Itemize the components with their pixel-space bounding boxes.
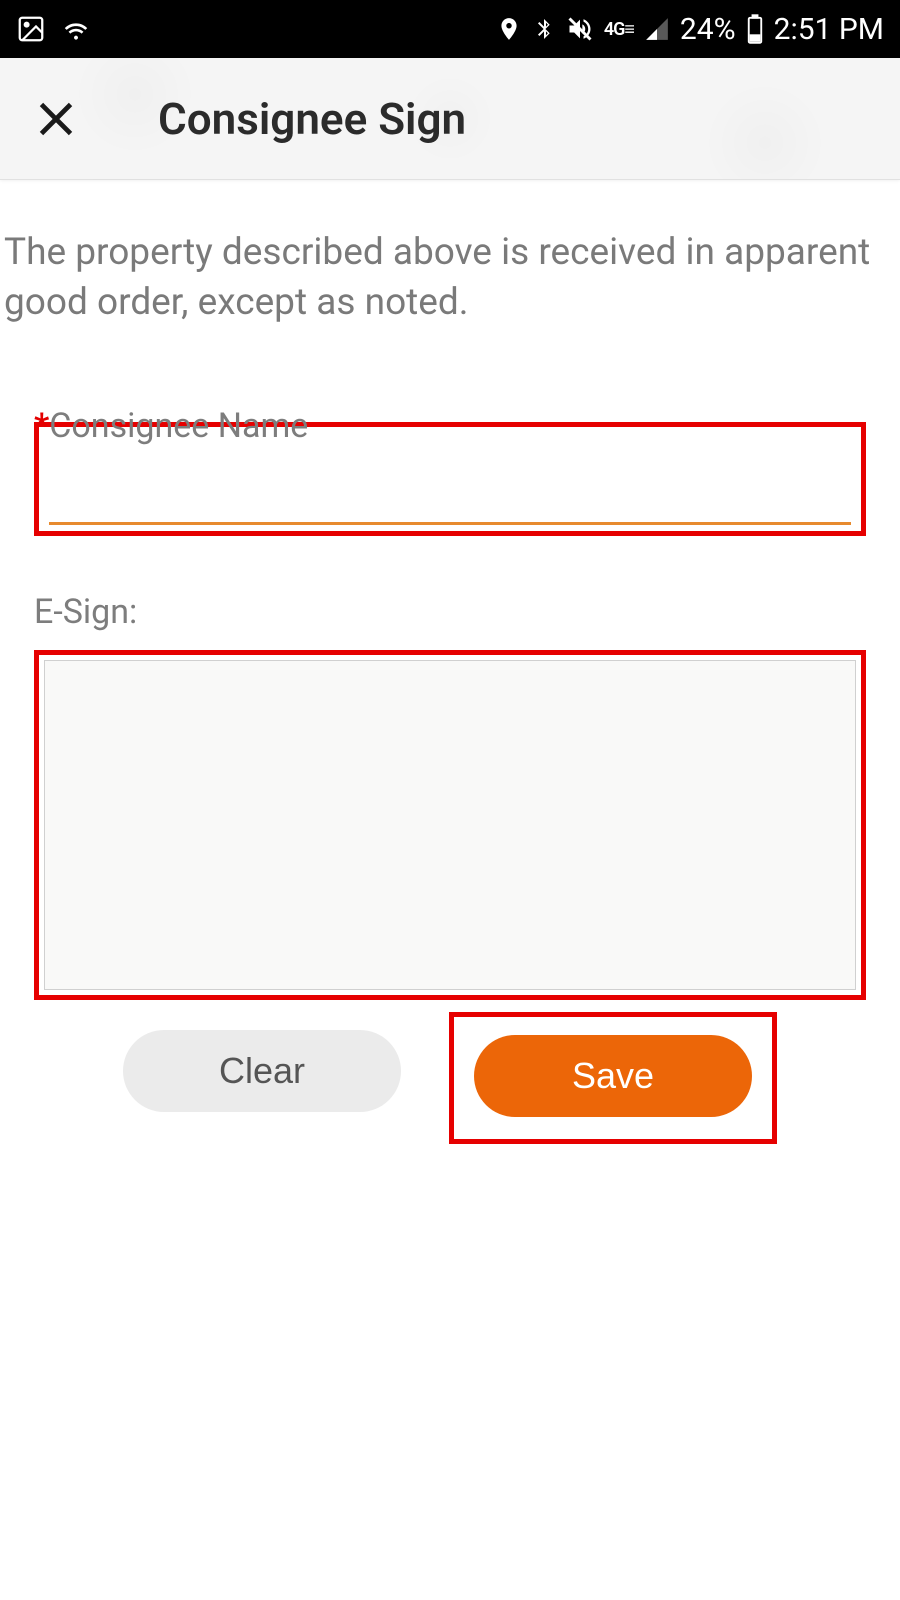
consignee-name-label: *Consignee Name — [34, 406, 866, 446]
esign-highlight — [34, 650, 866, 1000]
vibrate-icon — [566, 15, 594, 43]
status-left-group — [16, 13, 92, 45]
button-row: Clear Save — [34, 1012, 866, 1144]
android-status-bar: 4G≡ 24% 2:51 PM — [0, 0, 900, 58]
network-4g-icon: 4G≡ — [604, 19, 634, 40]
close-button[interactable] — [32, 95, 80, 143]
save-button[interactable]: Save — [474, 1035, 752, 1117]
wifi-icon — [60, 13, 92, 45]
battery-icon — [746, 14, 764, 44]
save-highlight: Save — [449, 1012, 777, 1144]
bluetooth-icon — [532, 15, 556, 43]
signal-icon — [644, 16, 670, 42]
image-icon — [16, 14, 46, 44]
esign-label: E-Sign: — [34, 592, 866, 632]
content-area: The property described above is received… — [0, 180, 900, 1144]
clear-button[interactable]: Clear — [123, 1030, 401, 1112]
app-header: Consignee Sign — [0, 58, 900, 180]
signature-canvas[interactable] — [44, 660, 856, 990]
page-title: Consignee Sign — [158, 93, 466, 145]
form-section: *Consignee Name E-Sign: Clear Save — [0, 406, 900, 1144]
battery-percent: 24% — [680, 12, 736, 47]
close-icon — [34, 97, 78, 141]
consignee-name-input[interactable] — [49, 457, 851, 525]
description-text: The property described above is received… — [0, 180, 900, 328]
status-right-group: 4G≡ 24% 2:51 PM — [496, 12, 884, 47]
location-icon — [496, 16, 522, 42]
required-indicator: * — [34, 406, 49, 446]
clock-time: 2:51 PM — [774, 12, 884, 47]
